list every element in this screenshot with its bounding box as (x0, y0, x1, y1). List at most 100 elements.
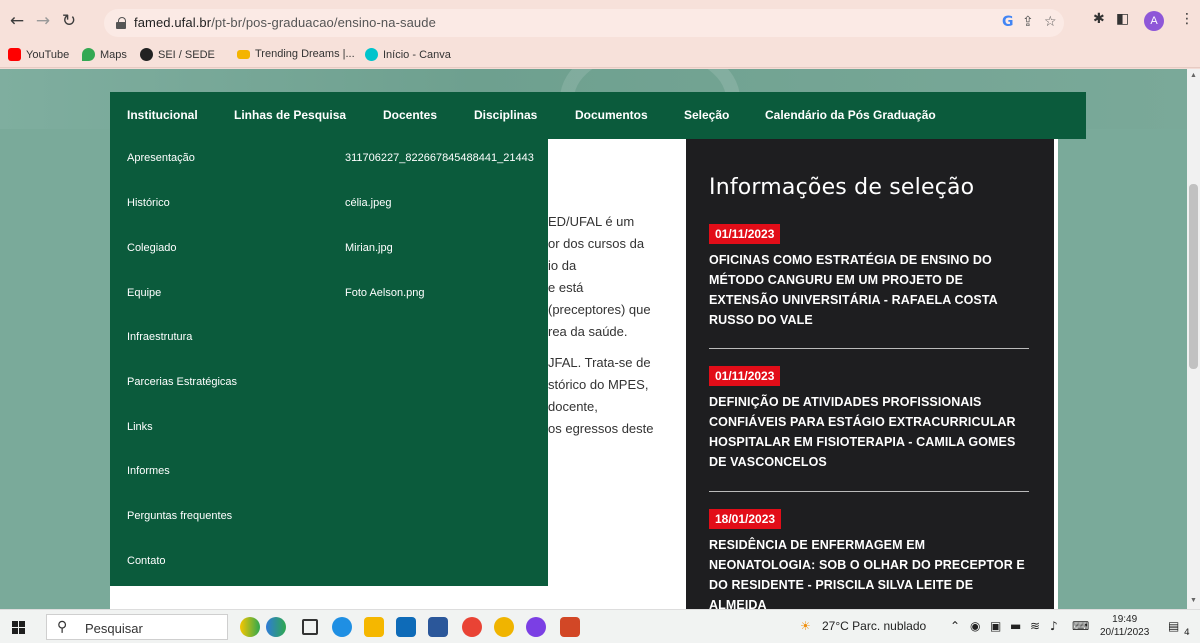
trending-icon (237, 49, 250, 59)
sei-icon (140, 48, 153, 61)
selection-info-sidebar: Informações de seleção 01/11/2023 OFICIN… (686, 139, 1054, 609)
chevron-up-icon[interactable]: ⌃ (950, 619, 960, 633)
word-icon[interactable] (428, 617, 448, 637)
nav-institucional[interactable]: Institucional (127, 108, 198, 122)
maps-pin-icon (82, 48, 95, 61)
side-panel-icon[interactable]: ◧ (1116, 11, 1129, 27)
body-text-line: stórico do MPES, (548, 377, 649, 392)
bookmark-trending-dreams[interactable]: Trending Dreams |... (237, 48, 355, 60)
dropdown-item-infraestrutura[interactable]: Infraestrutura (127, 331, 192, 343)
menu-kebab-icon[interactable]: ⋮ (1180, 11, 1194, 27)
powerpoint-icon[interactable] (560, 617, 580, 637)
notification-count: 4 (1184, 628, 1190, 638)
reload-icon[interactable]: ↻ (58, 10, 80, 32)
back-icon[interactable]: ← (6, 10, 28, 32)
tray-app-icon[interactable]: ▣ (990, 619, 1001, 633)
bookmark-sei[interactable]: SEI / SEDE (140, 48, 215, 61)
main-navbar: Institucional Linhas de Pesquisa Docente… (110, 92, 1086, 139)
dropdown-item-parcerias[interactable]: Parcerias Estratégicas (127, 376, 237, 388)
body-text-line: rea da saúde. (548, 324, 628, 339)
app-icon[interactable] (526, 617, 546, 637)
dropdown-file-link[interactable]: célia.jpeg (345, 197, 548, 209)
dropdown-item-colegiado[interactable]: Colegiado (127, 242, 177, 254)
news-title[interactable]: RESIDÊNCIA DE ENFERMAGEM EM NEONATOLOGIA… (709, 535, 1029, 609)
search-icon: ⚲ (57, 619, 68, 635)
browser-toolbar: ← → ↻ famed.ufal.br/pt-br/pos-graduacao/… (0, 0, 1200, 44)
scroll-down-icon[interactable]: ▼ (1190, 597, 1197, 604)
address-bar[interactable]: famed.ufal.br/pt-br/pos-graduacao/ensino… (104, 9, 1064, 37)
task-view-icon[interactable] (302, 619, 318, 635)
news-date-badge: 01/11/2023 (709, 366, 781, 386)
nav-documentos[interactable]: Documentos (575, 108, 648, 122)
network-icon[interactable]: ▬ (1010, 619, 1021, 633)
clock[interactable]: 19:49 20/11/2023 (1100, 613, 1149, 639)
weather-icon[interactable]: ☀ (800, 619, 811, 633)
news-title[interactable]: DEFINIÇÃO DE ATIVIDADES PROFISSIONAIS CO… (709, 392, 1029, 472)
mail-icon[interactable] (396, 617, 416, 637)
tray-app-icon[interactable]: ◉ (970, 619, 980, 633)
news-divider (709, 491, 1029, 492)
body-text-line: or dos cursos da (548, 236, 645, 251)
forward-icon[interactable]: → (32, 10, 54, 32)
news-item[interactable]: 01/11/2023 OFICINAS COMO ESTRATÉGIA DE E… (709, 224, 1029, 330)
app-icon[interactable] (494, 617, 514, 637)
scroll-thumb[interactable] (1189, 184, 1198, 369)
news-divider (709, 348, 1029, 349)
dropdown-item-apresentacao[interactable]: Apresentação (127, 152, 195, 164)
news-date-badge: 18/01/2023 (709, 509, 782, 529)
windows-start-icon[interactable] (12, 621, 25, 634)
body-text-line: ED/UFAL é um (548, 214, 635, 229)
dropdown-item-links[interactable]: Links (127, 421, 153, 433)
dropdown-item-historico[interactable]: Histórico (127, 197, 170, 209)
body-text-line: docente, (548, 399, 598, 414)
scroll-up-icon[interactable]: ▲ (1190, 72, 1197, 79)
windows-taskbar: ⚲ Pesquisar ☀ 27°C Parc. nublado ⌃ ◉ ▣ ▬… (0, 609, 1200, 643)
body-text-line: os egressos deste (548, 421, 654, 436)
dropdown-file-link[interactable]: Foto Aelson.png (345, 287, 548, 299)
google-icon[interactable]: G (1002, 14, 1014, 30)
bookmark-canva[interactable]: Início - Canva (365, 48, 451, 61)
avatar[interactable]: A (1144, 11, 1164, 31)
hearts-widget-icon[interactable] (266, 617, 286, 637)
page-viewport: ED/UFAL é um or dos cursos da io da e es… (0, 69, 1187, 609)
bookmark-star-icon[interactable]: ☆ (1044, 14, 1057, 30)
nav-docentes[interactable]: Docentes (383, 108, 437, 122)
wifi-icon[interactable]: ≋ (1030, 619, 1040, 633)
bookmark-maps[interactable]: Maps (82, 48, 127, 61)
file-explorer-icon[interactable] (364, 617, 384, 637)
body-text-line: JFAL. Trata-se de (548, 355, 651, 370)
dropdown-item-perguntas[interactable]: Perguntas frequentes (127, 510, 232, 522)
lock-icon (116, 17, 126, 29)
body-text-line: io da (548, 258, 577, 273)
nav-disciplinas[interactable]: Disciplinas (474, 108, 537, 122)
taskbar-search[interactable]: ⚲ Pesquisar (46, 614, 228, 640)
hearts-widget-icon[interactable] (240, 617, 260, 637)
chrome-icon[interactable] (462, 617, 482, 637)
youtube-icon (8, 48, 21, 61)
dropdown-file-link[interactable]: 311706227_822667845488441_21443 (345, 152, 548, 164)
page-scrollbar[interactable]: ▲ ▼ (1187, 69, 1200, 609)
nav-selecao[interactable]: Seleção (684, 108, 729, 122)
edge-icon[interactable] (332, 617, 352, 637)
institucional-dropdown: Apresentação Histórico Colegiado Equipe … (110, 139, 548, 586)
volume-icon[interactable]: ♪ (1050, 619, 1058, 633)
news-item[interactable]: 18/01/2023 RESIDÊNCIA DE ENFERMAGEM EM N… (709, 509, 1029, 609)
share-icon[interactable]: ⇪ (1022, 14, 1034, 30)
dropdown-item-contato[interactable]: Contato (127, 555, 166, 567)
dropdown-item-informes[interactable]: Informes (127, 465, 170, 477)
bookmark-youtube[interactable]: YouTube (8, 48, 69, 61)
news-date-badge: 01/11/2023 (709, 224, 781, 244)
nav-calendario[interactable]: Calendário da Pós Graduação (765, 108, 936, 122)
body-text-line: e está (548, 280, 584, 295)
keyboard-icon[interactable]: ⌨ (1072, 619, 1089, 633)
extensions-icon[interactable]: ✱ (1093, 11, 1105, 27)
news-item[interactable]: 01/11/2023 DEFINIÇÃO DE ATIVIDADES PROFI… (709, 366, 1029, 472)
dropdown-item-equipe[interactable]: Equipe (127, 287, 161, 299)
url-text: famed.ufal.br/pt-br/pos-graduacao/ensino… (134, 15, 436, 30)
news-title[interactable]: OFICINAS COMO ESTRATÉGIA DE ENSINO DO MÉ… (709, 250, 1029, 330)
notifications-icon[interactable]: ▤ (1168, 619, 1179, 633)
nav-linhas-de-pesquisa[interactable]: Linhas de Pesquisa (234, 108, 346, 122)
dropdown-file-link[interactable]: Mirian.jpg (345, 242, 548, 254)
body-text-line: (preceptores) que (548, 302, 651, 317)
weather-text[interactable]: 27°C Parc. nublado (822, 619, 926, 633)
